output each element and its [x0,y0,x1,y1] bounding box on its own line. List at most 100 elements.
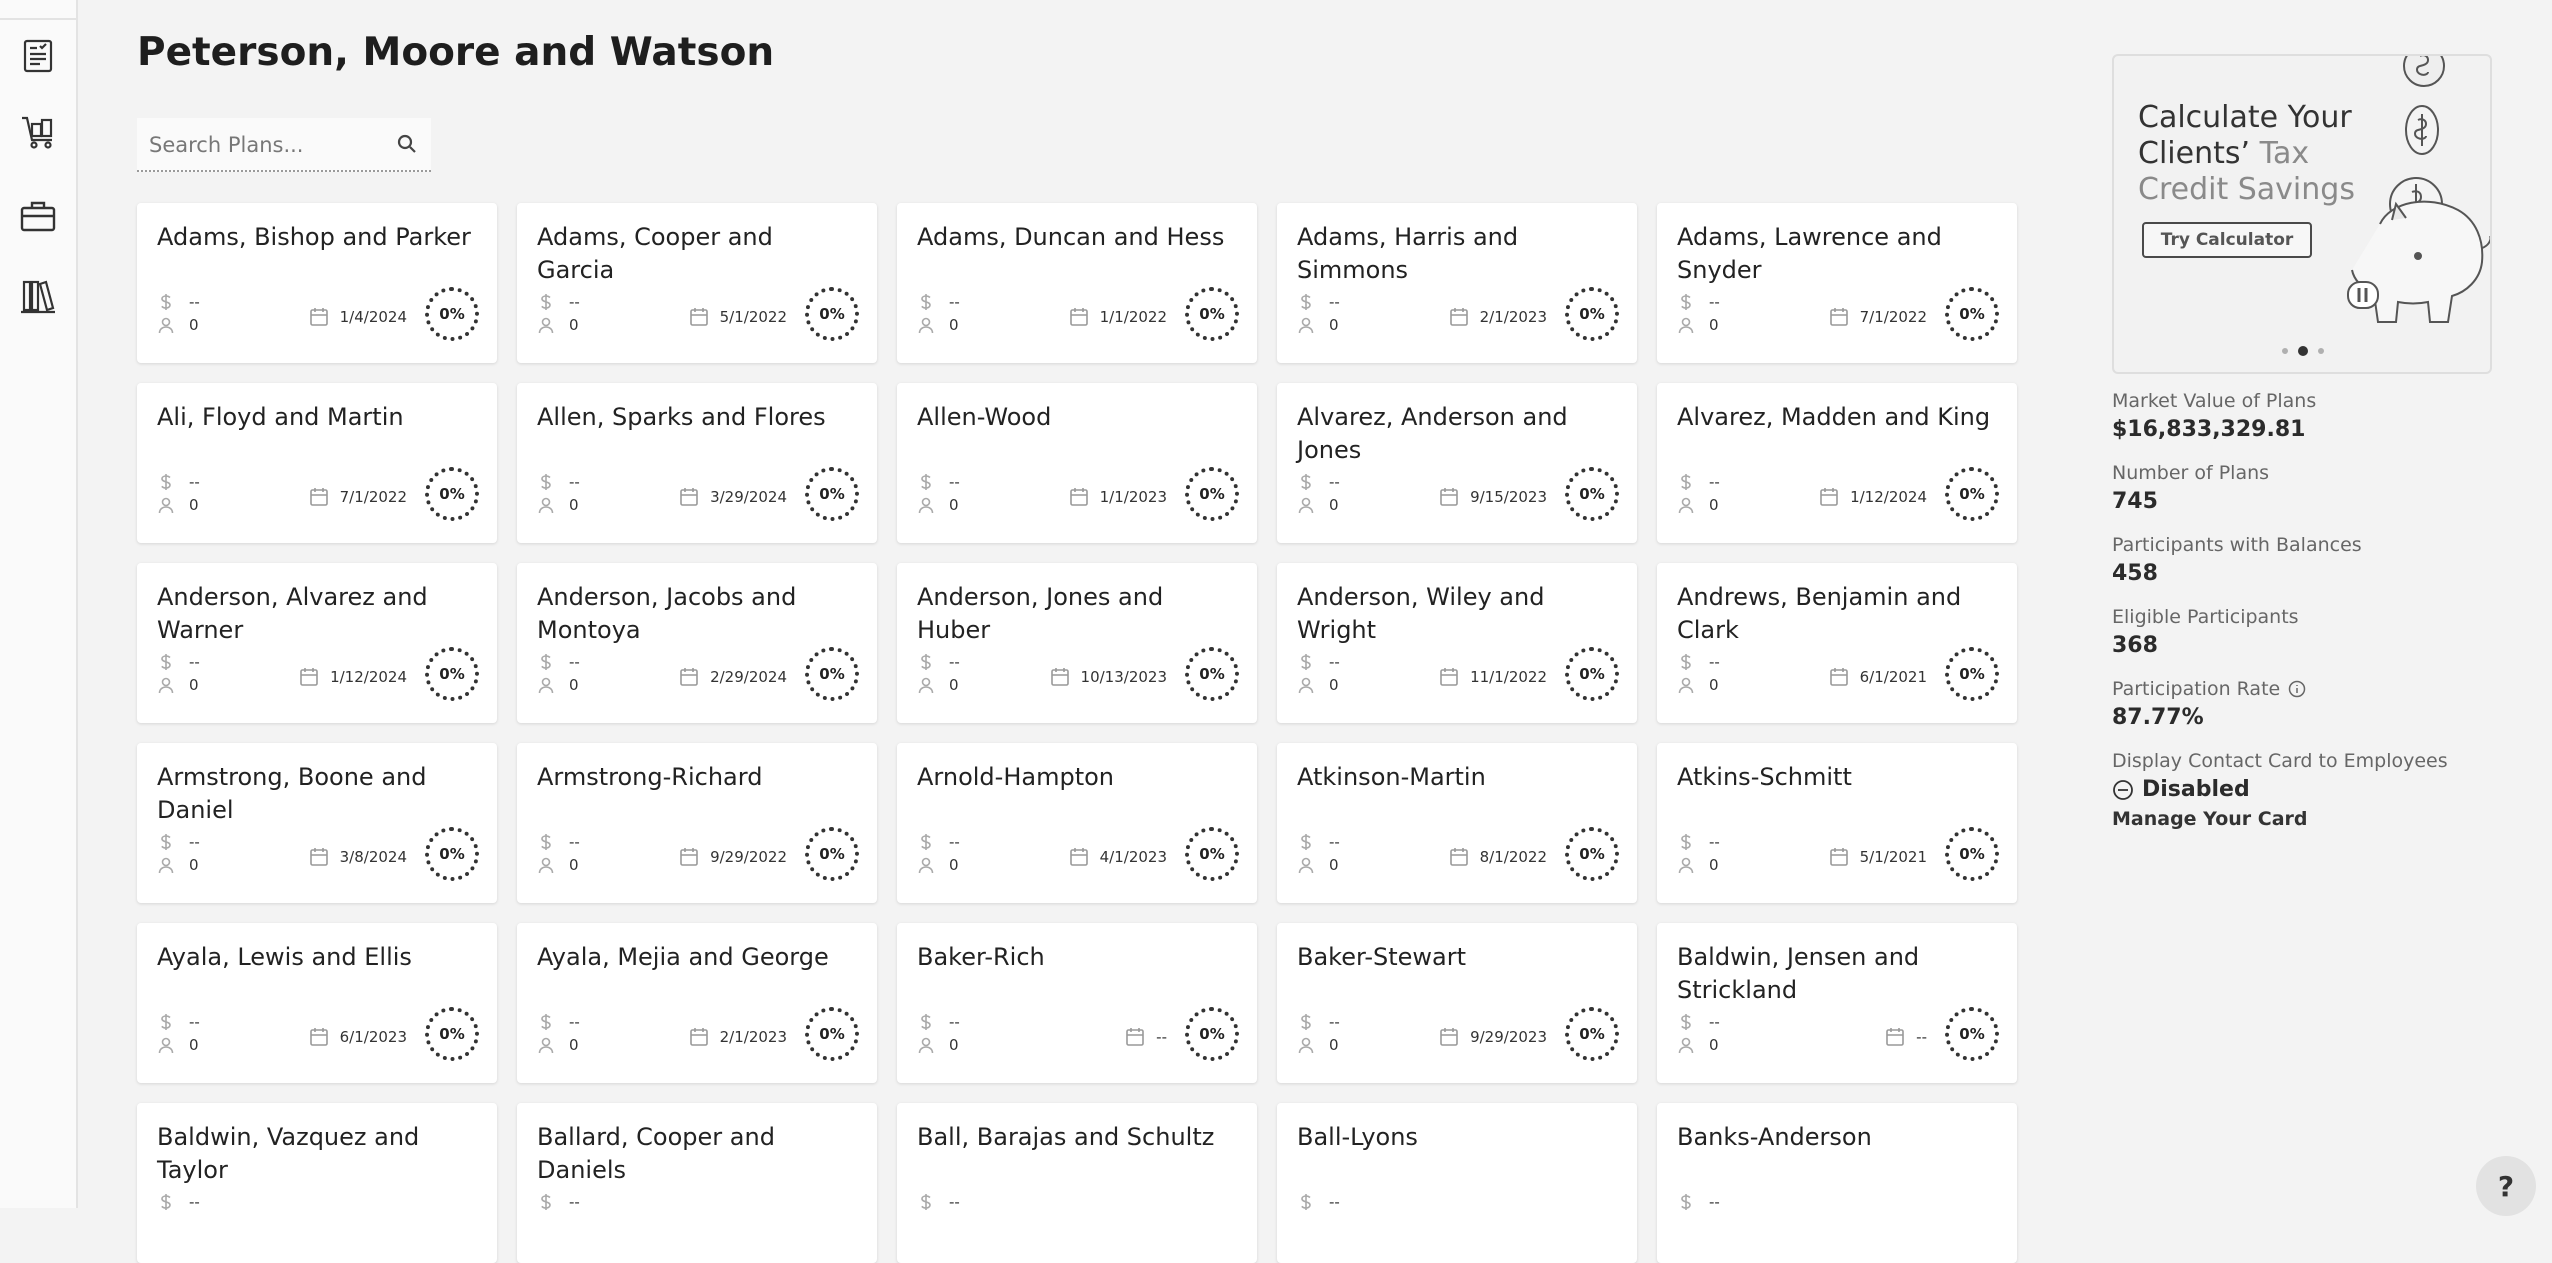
plan-date: 9/29/2022 [678,846,787,868]
plan-card[interactable]: Ali, Floyd and Martin -- 0 7/1/2022 0% [137,383,497,543]
plan-value: -- [189,833,200,851]
plan-meta: -- 0 11/1/2022 0% [1297,647,1619,701]
plan-card[interactable]: Ayala, Mejia and George -- 0 2/1/2023 0% [517,923,877,1083]
plan-card[interactable]: Adams, Harris and Simmons -- 0 2/1/2023 [1277,203,1637,363]
plan-card[interactable]: Adams, Bishop and Parker -- 0 1/4/2024 0… [137,203,497,363]
person-icon [158,1037,174,1054]
plan-name: Andrews, Benjamin and Clark [1677,583,1962,644]
plan-card[interactable]: Ayala, Lewis and Ellis -- 0 6/1/2023 0% [137,923,497,1083]
plan-name: Ayala, Mejia and George [537,943,829,971]
plans-icon[interactable] [16,34,60,78]
stat-label: Participants with Balances [2112,534,2362,556]
person-icon [918,677,934,694]
plan-card[interactable]: Ball-Lyons -- [1277,1103,1637,1263]
plan-participants-row: 0 [157,316,199,334]
participation-ring: 0% [1185,647,1239,701]
plan-date-text: 4/1/2023 [1099,848,1167,866]
help-button[interactable]: ? [2476,1156,2536,1216]
plan-participants: 0 [949,1036,959,1054]
plan-card[interactable]: Ball, Barajas and Schultz -- [897,1103,1257,1263]
plan-participants-row: 0 [537,676,579,694]
plan-date-text: -- [1916,1028,1927,1046]
plan-card[interactable]: Atkins-Schmitt -- 0 5/1/2021 0% [1657,743,2017,903]
dollar-icon [1301,834,1311,850]
calendar-icon [1449,848,1468,866]
plan-card[interactable]: Anderson, Alvarez and Warner -- 0 1/12/2… [137,563,497,723]
plan-card[interactable]: Armstrong-Richard -- 0 9/29/2022 0% [517,743,877,903]
plan-value-row: -- [537,1013,580,1031]
plan-card[interactable]: Adams, Lawrence and Snyder -- 0 7/1/2022 [1657,203,2017,363]
plan-value: -- [949,1193,960,1211]
calendar-icon [680,848,698,866]
plan-name: Alvarez, Anderson and Jones [1297,403,1568,464]
plan-meta: -- 0 2/1/2023 0% [537,1007,859,1061]
plan-card[interactable]: Baker-Rich -- 0 -- 0% [897,923,1257,1083]
plan-value-row: -- [537,833,580,851]
plan-name: Anderson, Jacobs and Montoya [537,583,797,644]
plan-value-row: -- [1297,653,1340,671]
manage-card-link[interactable]: Manage Your Card [2112,808,2512,830]
plan-card[interactable]: Adams, Cooper and Garcia -- 0 5/1/2022 0… [517,203,877,363]
calendar-icon [309,1028,328,1046]
plan-card[interactable]: Adams, Duncan and Hess -- 0 1/1/2022 0% [897,203,1257,363]
plan-date-text: 1/12/2024 [330,668,407,686]
plan-grid: Adams, Bishop and Parker -- 0 1/4/2024 0… [137,203,2017,1263]
info-icon[interactable] [2288,680,2306,698]
plan-date: 7/1/2022 [308,486,407,508]
plan-meta: -- 0 3/8/2024 0% [157,827,479,881]
stat-label: Number of Plans [2112,462,2270,484]
plan-meta: -- 0 -- 0% [1677,1007,1999,1061]
plan-card[interactable]: Baldwin, Vazquez and Taylor -- [137,1103,497,1263]
plan-card[interactable]: Banks-Anderson -- [1657,1103,2017,1263]
plan-card[interactable]: Baldwin, Jensen and Strickland -- 0 -- 0… [1657,923,2017,1083]
plan-card[interactable]: Andrews, Benjamin and Clark -- 0 6/1/202… [1657,563,2017,723]
carousel-dot[interactable] [2298,346,2308,356]
plan-name: Baldwin, Jensen and Strickland [1677,943,1920,1004]
search-icon[interactable] [395,132,419,156]
plan-card[interactable]: Allen-Wood -- 0 1/1/2023 0% [897,383,1257,543]
calendar-icon [680,668,698,686]
carousel-dot[interactable] [2318,348,2324,354]
plan-participants-row: 0 [157,496,199,514]
plan-card[interactable]: Armstrong, Boone and Daniel -- 0 3/8/202… [137,743,497,903]
dollar-icon [161,1194,171,1210]
try-calculator-button[interactable]: Try Calculator [2142,222,2312,258]
plan-value-row: -- [917,653,960,671]
library-icon[interactable] [16,274,60,318]
plan-card[interactable]: Ballard, Cooper and Daniels -- [517,1103,877,1263]
dollar-icon [161,294,171,310]
plan-participants-row: 0 [1677,1036,1719,1054]
plan-date-text: 5/1/2022 [719,308,787,326]
cart-icon[interactable] [16,110,60,154]
carousel-dot[interactable] [2282,348,2288,354]
plan-card[interactable]: Atkinson-Martin -- 0 8/1/2022 0% [1277,743,1637,903]
plan-card[interactable]: Alvarez, Madden and King -- 0 1/12/2024 [1657,383,2017,543]
participation-rate: 0% [819,845,845,863]
person-icon [1678,1037,1694,1054]
dollar-icon [541,654,551,670]
plan-participants: 0 [1329,856,1339,874]
plan-value: -- [189,473,200,491]
plan-card[interactable]: Alvarez, Anderson and Jones -- 0 9/15/20… [1277,383,1637,543]
participation-rate: 0% [1579,665,1605,683]
plan-value: -- [189,1193,200,1211]
plan-participants: 0 [189,496,199,514]
briefcase-icon[interactable] [16,194,60,238]
plan-value: -- [569,473,580,491]
plan-card[interactable]: Baker-Stewart -- 0 9/29/2023 0% [1277,923,1637,1083]
participation-rate: 0% [819,665,845,683]
plan-card[interactable]: Allen, Sparks and Flores -- 0 3/29/2024 [517,383,877,543]
search-input[interactable] [147,126,381,164]
person-icon [538,857,554,874]
plan-date: -- [1884,1026,1927,1048]
plan-date-text: 2/1/2023 [719,1028,787,1046]
plan-card[interactable]: Anderson, Jacobs and Montoya -- 0 2/29/2… [517,563,877,723]
plan-card[interactable]: Anderson, Wiley and Wright -- 0 11/1/202… [1277,563,1637,723]
plan-meta: -- 0 6/1/2021 0% [1677,647,1999,701]
dollar-icon [921,1194,931,1210]
plan-name: Ali, Floyd and Martin [157,403,404,431]
plan-card[interactable]: Anderson, Jones and Huber -- 0 10/13/202… [897,563,1257,723]
plan-card[interactable]: Arnold-Hampton -- 0 4/1/2023 0% [897,743,1257,903]
plan-meta: -- 0 5/1/2021 0% [1677,827,1999,881]
plan-participants-row: 0 [917,856,959,874]
